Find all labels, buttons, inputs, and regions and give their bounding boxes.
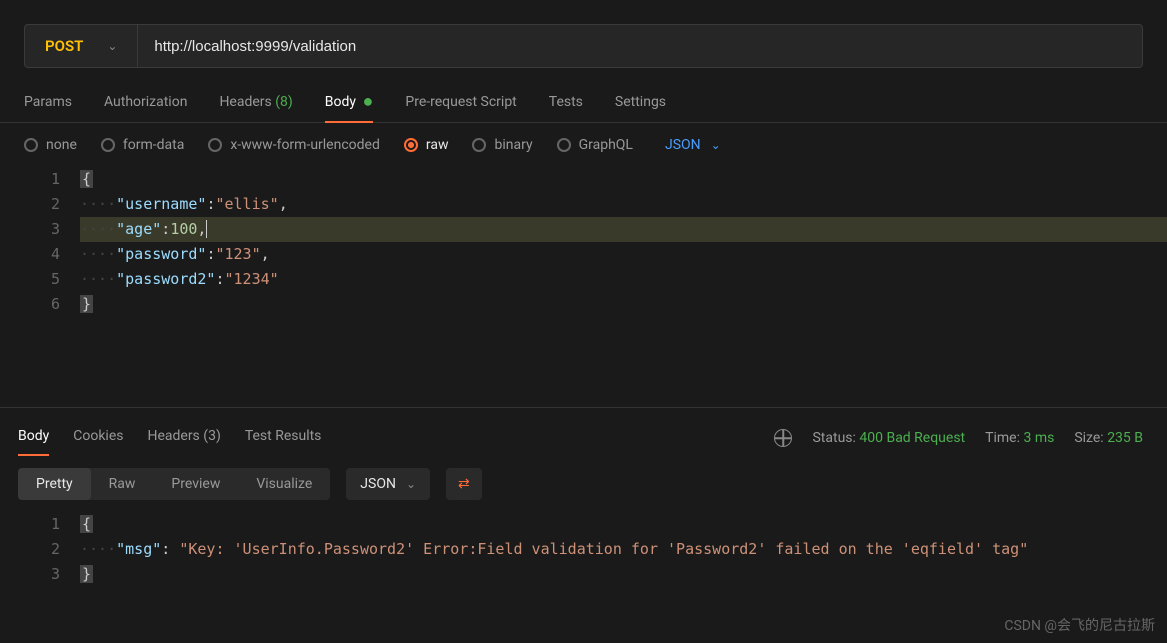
- request-tabs: Params Authorization Headers (8) Body ● …: [0, 84, 1167, 123]
- time-label: Time: 3 ms: [985, 430, 1054, 446]
- view-raw[interactable]: Raw: [91, 468, 154, 500]
- globe-icon[interactable]: [774, 429, 792, 447]
- body-type-none[interactable]: none: [24, 137, 77, 153]
- response-body-editor[interactable]: 1 2 3 { ····"msg": "Key: 'UserInfo.Passw…: [0, 512, 1167, 587]
- response-meta: Status: 400 Bad Request Time: 3 ms Size:…: [774, 429, 1143, 447]
- tab-body[interactable]: Body ●: [325, 84, 374, 122]
- code-content: { ····"msg": "Key: 'UserInfo.Password2' …: [80, 512, 1167, 587]
- radio-icon: [557, 138, 571, 152]
- body-type-raw[interactable]: raw: [404, 137, 449, 153]
- watermark: CSDN @会飞的尼古拉斯: [1004, 615, 1155, 635]
- method-select[interactable]: POST ⌄: [24, 24, 138, 68]
- radio-icon: [24, 138, 38, 152]
- request-body-editor[interactable]: 1 2 3 4 5 6 { ····"username":"ellis", ··…: [0, 167, 1167, 317]
- chevron-down-icon: ⌄: [711, 138, 721, 152]
- size-label: Size: 235 B: [1074, 430, 1143, 446]
- radio-icon: [472, 138, 486, 152]
- radio-icon: [101, 138, 115, 152]
- tab-headers[interactable]: Headers (8): [219, 84, 292, 122]
- body-type-binary[interactable]: binary: [472, 137, 532, 153]
- body-type-urlencoded[interactable]: x-www-form-urlencoded: [208, 137, 380, 153]
- radio-icon: [208, 138, 222, 152]
- tab-settings[interactable]: Settings: [615, 84, 666, 122]
- line-gutter: 1 2 3 4 5 6: [0, 167, 80, 317]
- unsaved-dot-icon: ●: [358, 91, 373, 112]
- body-type-selector: none form-data x-www-form-urlencoded raw…: [0, 123, 1167, 167]
- response-format-select[interactable]: JSON ⌄: [346, 468, 430, 500]
- language-select[interactable]: JSON ⌄: [665, 137, 721, 153]
- method-label: POST: [45, 37, 83, 55]
- radio-icon: [404, 138, 418, 152]
- tab-tests[interactable]: Tests: [549, 84, 583, 122]
- view-visualize[interactable]: Visualize: [238, 468, 330, 500]
- wrap-lines-button[interactable]: ⇄: [446, 468, 482, 500]
- line-gutter: 1 2 3: [0, 512, 80, 587]
- tab-prerequest-script[interactable]: Pre-request Script: [405, 84, 516, 122]
- url-input[interactable]: [138, 24, 1143, 68]
- tab-params[interactable]: Params: [24, 84, 72, 122]
- view-preview[interactable]: Preview: [153, 468, 238, 500]
- chevron-down-icon: ⌄: [406, 477, 416, 491]
- view-mode-group: Pretty Raw Preview Visualize: [18, 468, 330, 500]
- response-tab-body[interactable]: Body: [18, 420, 49, 456]
- status-label: Status: 400 Bad Request: [812, 430, 965, 446]
- body-type-graphql[interactable]: GraphQL: [557, 137, 633, 153]
- response-tabs: Body Cookies Headers (3) Test Results: [18, 420, 321, 456]
- chevron-down-icon: ⌄: [107, 39, 117, 53]
- view-pretty[interactable]: Pretty: [18, 468, 91, 500]
- response-tab-headers[interactable]: Headers (3): [147, 420, 220, 456]
- tab-authorization[interactable]: Authorization: [104, 84, 187, 122]
- code-content: { ····"username":"ellis", ····"age":100,…: [80, 167, 1167, 317]
- body-type-form-data[interactable]: form-data: [101, 137, 184, 153]
- response-tab-cookies[interactable]: Cookies: [73, 420, 123, 456]
- response-tab-test-results[interactable]: Test Results: [245, 420, 322, 456]
